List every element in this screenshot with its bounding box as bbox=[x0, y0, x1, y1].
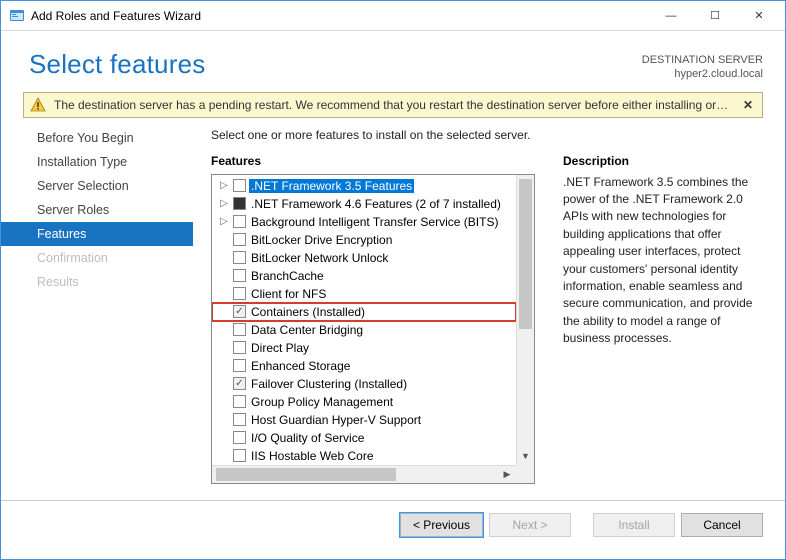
feature-row[interactable]: Direct Play bbox=[212, 339, 516, 357]
feature-label: BitLocker Network Unlock bbox=[249, 251, 390, 265]
feature-row[interactable]: ▷ Background Intelligent Transfer Service… bbox=[212, 213, 516, 231]
wizard-icon bbox=[9, 8, 25, 24]
cancel-button[interactable]: Cancel bbox=[681, 513, 763, 537]
previous-button[interactable]: < Previous bbox=[400, 513, 483, 537]
feature-checkbox[interactable] bbox=[233, 233, 246, 246]
feature-checkbox[interactable] bbox=[233, 359, 246, 372]
scroll-corner bbox=[516, 465, 534, 483]
feature-row[interactable]: I/O Quality of Service bbox=[212, 429, 516, 447]
feature-label: BranchCache bbox=[249, 269, 326, 283]
feature-checkbox[interactable] bbox=[233, 269, 246, 282]
close-button[interactable]: ✕ bbox=[737, 1, 781, 30]
expand-icon[interactable]: ▷ bbox=[218, 216, 230, 227]
feature-checkbox[interactable] bbox=[233, 413, 246, 426]
feature-label: Background Intelligent Transfer Service … bbox=[249, 215, 500, 229]
feature-label: I/O Quality of Service bbox=[249, 431, 366, 445]
feature-row[interactable]: ▷ .NET Framework 3.5 Features bbox=[212, 177, 516, 195]
nav-results: Results bbox=[1, 270, 193, 294]
feature-row[interactable]: BitLocker Drive Encryption bbox=[212, 231, 516, 249]
wizard-nav: Before You Begin Installation Type Serve… bbox=[1, 122, 193, 500]
nav-features[interactable]: Features bbox=[1, 222, 193, 246]
feature-row[interactable]: IIS Hostable Web Core bbox=[212, 447, 516, 465]
maximize-button[interactable]: ☐ bbox=[693, 1, 737, 30]
feature-row[interactable]: Data Center Bridging bbox=[212, 321, 516, 339]
scroll-thumb-horizontal[interactable] bbox=[216, 468, 396, 481]
scroll-down-icon[interactable]: ▼ bbox=[517, 447, 534, 465]
warning-icon bbox=[30, 97, 46, 113]
feature-label: Data Center Bridging bbox=[249, 323, 365, 337]
feature-label: .NET Framework 3.5 Features bbox=[249, 179, 414, 193]
description-label: Description bbox=[563, 154, 763, 168]
features-tree[interactable]: ▷ .NET Framework 3.5 Features ▷ .NET Framew… bbox=[211, 174, 535, 484]
feature-label: Containers (Installed) bbox=[249, 305, 367, 319]
feature-checkbox[interactable] bbox=[233, 179, 246, 192]
destination-label: DESTINATION SERVER bbox=[642, 53, 763, 67]
scroll-thumb-vertical[interactable] bbox=[519, 179, 532, 329]
feature-row[interactable]: BranchCache bbox=[212, 267, 516, 285]
feature-row[interactable]: ▷ .NET Framework 4.6 Features (2 of 7 ins… bbox=[212, 195, 516, 213]
feature-checkbox[interactable] bbox=[233, 305, 246, 318]
feature-checkbox[interactable] bbox=[233, 377, 246, 390]
destination-info: DESTINATION SERVER hyper2.cloud.local bbox=[642, 49, 763, 82]
warning-text: The destination server has a pending res… bbox=[54, 98, 732, 112]
feature-checkbox[interactable] bbox=[233, 197, 246, 210]
nav-server-roles[interactable]: Server Roles bbox=[1, 198, 193, 222]
feature-label: BitLocker Drive Encryption bbox=[249, 233, 394, 247]
expand-icon[interactable]: ▷ bbox=[218, 180, 230, 191]
header: Select features DESTINATION SERVER hyper… bbox=[1, 31, 785, 90]
scroll-right-icon[interactable]: ▶ bbox=[498, 466, 516, 483]
feature-row[interactable]: Group Policy Management bbox=[212, 393, 516, 411]
wizard-footer: < Previous Next > Install Cancel bbox=[1, 500, 785, 537]
install-button: Install bbox=[593, 513, 675, 537]
feature-label: Enhanced Storage bbox=[249, 359, 352, 373]
feature-label: Host Guardian Hyper-V Support bbox=[249, 413, 423, 427]
feature-label: Direct Play bbox=[249, 341, 311, 355]
feature-label: IIS Hostable Web Core bbox=[249, 449, 376, 463]
destination-name: hyper2.cloud.local bbox=[642, 67, 763, 81]
nav-server-selection[interactable]: Server Selection bbox=[1, 174, 193, 198]
feature-checkbox[interactable] bbox=[233, 395, 246, 408]
nav-before-you-begin[interactable]: Before You Begin bbox=[1, 126, 193, 150]
minimize-button[interactable]: — bbox=[649, 1, 693, 30]
feature-checkbox[interactable] bbox=[233, 431, 246, 444]
feature-label: .NET Framework 4.6 Features (2 of 7 inst… bbox=[249, 197, 503, 211]
feature-checkbox[interactable] bbox=[233, 215, 246, 228]
feature-checkbox[interactable] bbox=[233, 449, 246, 462]
feature-row[interactable]: Failover Clustering (Installed) bbox=[212, 375, 516, 393]
description-text: .NET Framework 3.5 combines the power of… bbox=[563, 174, 763, 348]
feature-checkbox[interactable] bbox=[233, 251, 246, 264]
next-button: Next > bbox=[489, 513, 571, 537]
title-bar: Add Roles and Features Wizard — ☐ ✕ bbox=[1, 1, 785, 31]
feature-row[interactable]: Host Guardian Hyper-V Support bbox=[212, 411, 516, 429]
page-title: Select features bbox=[29, 49, 205, 80]
nav-confirmation: Confirmation bbox=[1, 246, 193, 270]
vertical-scrollbar[interactable]: ▲ ▼ bbox=[516, 175, 534, 465]
nav-installation-type[interactable]: Installation Type bbox=[1, 150, 193, 174]
warning-banner: The destination server has a pending res… bbox=[23, 92, 763, 118]
feature-label: Failover Clustering (Installed) bbox=[249, 377, 409, 391]
expand-icon[interactable]: ▷ bbox=[218, 198, 230, 209]
feature-row[interactable]: Containers (Installed) bbox=[212, 303, 516, 321]
horizontal-scrollbar[interactable]: ◀ ▶ bbox=[212, 465, 516, 483]
features-label: Features bbox=[211, 154, 535, 168]
feature-checkbox[interactable] bbox=[233, 323, 246, 336]
feature-label: Client for NFS bbox=[249, 287, 328, 301]
feature-row[interactable]: Client for NFS bbox=[212, 285, 516, 303]
warning-close-button[interactable]: ✕ bbox=[740, 98, 756, 112]
feature-row[interactable]: BitLocker Network Unlock bbox=[212, 249, 516, 267]
feature-checkbox[interactable] bbox=[233, 341, 246, 354]
feature-label: Group Policy Management bbox=[249, 395, 395, 409]
feature-checkbox[interactable] bbox=[233, 287, 246, 300]
window-title: Add Roles and Features Wizard bbox=[31, 9, 201, 23]
instruction-text: Select one or more features to install o… bbox=[211, 128, 763, 142]
feature-row[interactable]: Enhanced Storage bbox=[212, 357, 516, 375]
